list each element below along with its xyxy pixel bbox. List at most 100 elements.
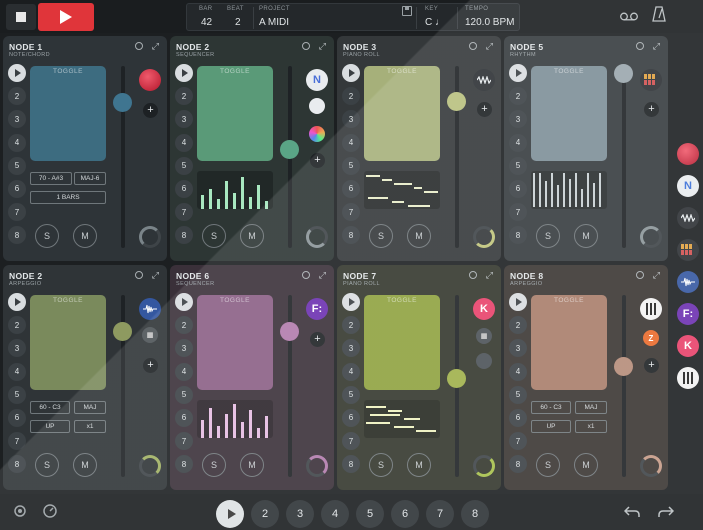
step-button[interactable]: 3: [175, 339, 193, 358]
step-button[interactable]: 7: [8, 432, 26, 451]
step-button[interactable]: 5: [175, 156, 193, 175]
step-button[interactable]: 7: [509, 432, 527, 451]
waveform-icon[interactable]: [139, 298, 161, 320]
step-button[interactable]: 5: [509, 385, 527, 404]
step-button[interactable]: 2: [8, 316, 26, 335]
global-step-button[interactable]: 6: [391, 500, 419, 528]
step-button[interactable]: 3: [509, 110, 527, 129]
step-button[interactable]: 3: [342, 339, 360, 358]
step-button[interactable]: 8: [8, 455, 26, 474]
step-button[interactable]: 8: [175, 455, 193, 474]
mute-button[interactable]: M: [240, 224, 264, 248]
gear-icon[interactable]: [636, 42, 644, 50]
toggle-pad[interactable]: TOGGLE: [197, 295, 273, 390]
length-field[interactable]: 1 BARS: [30, 191, 106, 204]
solo-button[interactable]: S: [202, 453, 226, 477]
slider-knob[interactable]: [113, 93, 132, 112]
step-button[interactable]: 6: [509, 179, 527, 198]
global-step-button[interactable]: 4: [321, 500, 349, 528]
note-range-field[interactable]: 60 - C3: [531, 401, 571, 414]
expand-icon[interactable]: ⤢: [653, 41, 660, 52]
expand-icon[interactable]: ⤢: [152, 270, 159, 281]
step-button[interactable]: 4: [342, 133, 360, 152]
step-button[interactable]: 7: [342, 203, 360, 222]
step-button[interactable]: 4: [342, 362, 360, 381]
add-button[interactable]: +: [477, 102, 492, 117]
toggle-pad[interactable]: TOGGLE: [531, 295, 607, 390]
global-play-button[interactable]: [216, 500, 244, 528]
expand-icon[interactable]: ⤢: [486, 270, 493, 281]
n-synth-icon[interactable]: N: [677, 175, 699, 197]
mute-button[interactable]: M: [574, 453, 598, 477]
k-synth-icon[interactable]: K: [677, 335, 699, 357]
node-play-button[interactable]: [509, 64, 527, 82]
n-synth-icon[interactable]: N: [306, 69, 328, 91]
step-button[interactable]: 6: [342, 408, 360, 427]
step-button[interactable]: 3: [509, 339, 527, 358]
global-step-button[interactable]: 7: [426, 500, 454, 528]
key-value[interactable]: C ♩: [425, 17, 445, 28]
solo-button[interactable]: S: [369, 224, 393, 248]
mute-button[interactable]: M: [407, 224, 431, 248]
mute-button[interactable]: M: [407, 453, 431, 477]
node-play-button[interactable]: [8, 64, 26, 82]
expand-icon[interactable]: ⤢: [653, 270, 660, 281]
gear-icon[interactable]: [469, 271, 477, 279]
mute-button[interactable]: M: [574, 224, 598, 248]
toggle-pad[interactable]: TOGGLE: [30, 295, 106, 390]
gear-icon[interactable]: [135, 271, 143, 279]
slider-knob[interactable]: [614, 64, 633, 83]
step-button[interactable]: 5: [342, 156, 360, 175]
step-button[interactable]: 5: [342, 385, 360, 404]
slider-knob[interactable]: [280, 140, 299, 159]
f-synth-icon[interactable]: F:: [677, 303, 699, 325]
step-button[interactable]: 5: [8, 156, 26, 175]
toggle-pad[interactable]: TOGGLE: [364, 66, 440, 161]
project-value[interactable]: A MIDI: [259, 17, 289, 28]
direction-field[interactable]: UP: [531, 420, 571, 433]
step-button[interactable]: 6: [175, 179, 193, 198]
slider-knob[interactable]: [280, 322, 299, 341]
scale-field[interactable]: MAJ: [575, 401, 607, 414]
drum-pads-icon[interactable]: [640, 69, 662, 91]
global-step-button[interactable]: 8: [461, 500, 489, 528]
step-button[interactable]: 3: [175, 110, 193, 129]
step-button[interactable]: 7: [175, 203, 193, 222]
color-wheel-icon[interactable]: [309, 126, 325, 142]
step-button[interactable]: 6: [8, 179, 26, 198]
bar-value[interactable]: 42: [201, 17, 212, 28]
solo-button[interactable]: S: [536, 224, 560, 248]
node-play-button[interactable]: [8, 293, 26, 311]
step-button[interactable]: 2: [8, 87, 26, 106]
solo-button[interactable]: S: [35, 453, 59, 477]
global-step-button[interactable]: 5: [356, 500, 384, 528]
undo-icon[interactable]: [624, 505, 640, 519]
step-button[interactable]: 7: [509, 203, 527, 222]
step-button[interactable]: 8: [175, 226, 193, 245]
step-button[interactable]: 6: [509, 408, 527, 427]
step-button[interactable]: 4: [509, 362, 527, 381]
node-play-button[interactable]: [175, 64, 193, 82]
solo-button[interactable]: S: [536, 453, 560, 477]
step-button[interactable]: 8: [8, 226, 26, 245]
note-range-field[interactable]: 70 - A#3: [30, 172, 72, 185]
mute-button[interactable]: M: [240, 453, 264, 477]
expand-icon[interactable]: ⤢: [152, 41, 159, 52]
step-button[interactable]: 2: [175, 87, 193, 106]
step-button[interactable]: 4: [175, 133, 193, 152]
step-button[interactable]: 4: [509, 133, 527, 152]
synth-icon[interactable]: [677, 143, 699, 165]
z-synth-icon[interactable]: Z: [643, 330, 659, 346]
step-button[interactable]: 7: [8, 203, 26, 222]
scale-field[interactable]: MAJ: [74, 401, 106, 414]
expand-icon[interactable]: ⤢: [486, 41, 493, 52]
waveform-icon[interactable]: [473, 69, 495, 91]
stop-button[interactable]: [6, 4, 36, 30]
gear-icon[interactable]: [302, 42, 310, 50]
expand-icon[interactable]: ⤢: [319, 41, 326, 52]
gear-icon[interactable]: [469, 42, 477, 50]
slider-knob[interactable]: [447, 369, 466, 388]
add-button[interactable]: +: [644, 358, 659, 373]
step-button[interactable]: 8: [342, 226, 360, 245]
dial-icon[interactable]: ▦: [476, 328, 492, 344]
